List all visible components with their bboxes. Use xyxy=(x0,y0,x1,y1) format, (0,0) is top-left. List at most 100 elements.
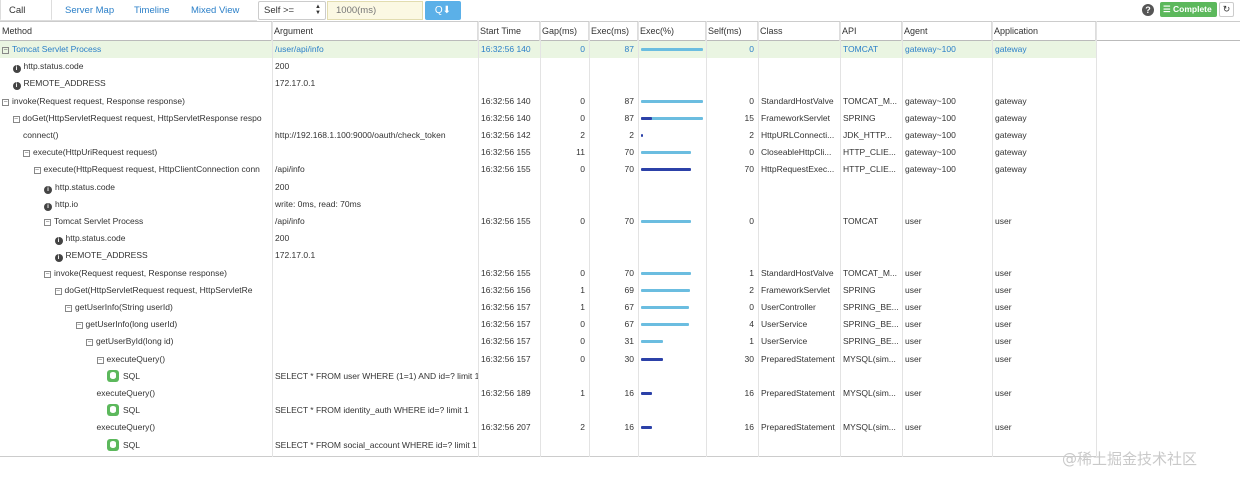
cell-exec xyxy=(589,247,638,264)
column-self[interactable]: Self(ms) xyxy=(706,22,758,41)
collapse-toggle-icon[interactable]: − xyxy=(75,322,83,330)
cell-class: CloseableHttpCli... xyxy=(761,147,832,158)
collapse-toggle-icon[interactable]: − xyxy=(44,270,51,278)
database-icon xyxy=(107,369,119,382)
table-row[interactable]: executeQuery() 16:32:56 207 2 16 16 PreparedS… xyxy=(0,419,1096,436)
table-row[interactable]: i http.io write: 0ms, read: 70ms xyxy=(0,196,1096,213)
table-row[interactable]: − execute(HttpUriRequest request) 16:32:56… xyxy=(0,144,1096,161)
cell-self xyxy=(706,196,758,213)
table-row[interactable]: i REMOTE_ADDRESS 172.17.0.1 xyxy=(0,247,1096,264)
method-label: SQL xyxy=(123,439,141,450)
column-start-time[interactable]: Start Time xyxy=(478,22,540,41)
table-row[interactable]: − invoke(Request request, Response respon… xyxy=(0,93,1096,110)
filter-select[interactable]: Self >= ▲ ▼ xyxy=(258,1,326,20)
collapse-toggle-icon[interactable]: − xyxy=(44,219,51,226)
collapse-toggle-icon[interactable]: − xyxy=(2,98,9,106)
cell-gap: 1 xyxy=(580,388,585,398)
cell-argument xyxy=(272,265,478,282)
column-exec-pct[interactable]: Exec(%) xyxy=(638,22,706,41)
cell-agent xyxy=(902,58,992,75)
table-row[interactable]: SQL SELECT * FROM user WHERE (1=1) AND id… xyxy=(0,368,1096,385)
table-row[interactable]: − Tomcat Servlet Process/user/api/info 16:… xyxy=(0,41,1096,58)
refresh-icon[interactable]: ↻ xyxy=(1219,2,1234,17)
cell-method: SQL xyxy=(0,368,272,385)
cell-exec xyxy=(589,196,638,213)
table-row[interactable]: SQL SELECT * FROM social_account WHERE id… xyxy=(0,437,1096,454)
cell-method: executeQuery() xyxy=(0,385,272,402)
column-exec[interactable]: Exec(ms) xyxy=(589,22,638,41)
collapse-toggle-icon[interactable]: − xyxy=(54,287,62,295)
cell-gap: 0 xyxy=(580,44,585,54)
collapse-toggle-icon[interactable]: − xyxy=(33,167,41,175)
table-row[interactable]: − executeQuery() 16:32:56 157 0 30 30 Prepared… xyxy=(0,351,1096,368)
table-row[interactable]: − execute(HttpRequest request, HttpClient… xyxy=(0,161,1096,178)
tab-server-map[interactable]: Server Map xyxy=(57,0,122,21)
table-row[interactable]: − doGet(HttpServletRequest request, HttpS… xyxy=(0,282,1096,299)
table-row[interactable]: − doGet(HttpServletRequest request, HttpS… xyxy=(0,110,1096,127)
cell-method: − invoke(Request request, Response respon… xyxy=(0,265,272,282)
cell-start: 16:32:56 155 xyxy=(481,147,531,158)
cell-class xyxy=(758,41,840,58)
exec-percent-bar xyxy=(641,323,689,327)
complete-button[interactable]: ☰ Complete xyxy=(1160,2,1217,17)
cell-api: TOMCAT_M... xyxy=(843,267,897,278)
cell-start: 16:32:56 140 xyxy=(481,112,531,123)
cell-method: i REMOTE_ADDRESS xyxy=(0,247,272,264)
cell-application: user xyxy=(995,284,1012,295)
method-label: executeQuery() xyxy=(96,422,156,433)
collapse-toggle-icon[interactable]: − xyxy=(86,339,93,347)
cell-argument xyxy=(272,385,478,402)
column-class[interactable]: Class xyxy=(758,22,840,41)
table-row[interactable]: connect() http://192.168.1.100:9000/oauth… xyxy=(0,127,1096,144)
cell-gap: 2 xyxy=(580,130,585,140)
cell-class: HttpURLConnecti... xyxy=(761,130,835,140)
select-arrows-icon: ▲ ▼ xyxy=(315,4,321,16)
table-row[interactable]: − getUserById(long id) 16:32:56 157 0 31 1 Use… xyxy=(0,333,1096,350)
collapse-toggle-icon[interactable]: − xyxy=(65,305,72,312)
method-label: executeQuery() xyxy=(96,388,156,398)
table-row[interactable]: i http.status.code 200 xyxy=(0,58,1096,75)
column-argument[interactable]: Argument xyxy=(272,22,478,41)
cell-application xyxy=(992,247,1096,264)
cell-agent: user xyxy=(905,422,922,433)
table-row[interactable]: i http.status.code 200 xyxy=(0,179,1096,196)
cell-application xyxy=(992,75,1096,92)
column-agent[interactable]: Agent xyxy=(902,22,992,41)
column-api[interactable]: API xyxy=(840,22,902,41)
cell-argument: SELECT * FROM social_account WHERE id=? … xyxy=(275,439,477,450)
table-row[interactable]: − getUserInfo(String userId) 16:32:56 157 1… xyxy=(0,299,1096,316)
table-row[interactable]: i http.status.code 200 xyxy=(0,230,1096,247)
cell-self: 2 xyxy=(749,130,754,140)
table-row[interactable]: executeQuery() 16:32:56 189 1 16 16 PreparedS… xyxy=(0,385,1096,402)
search-sort-button[interactable]: Q⬇ xyxy=(425,1,461,20)
threshold-input[interactable] xyxy=(327,1,423,20)
cell-self xyxy=(706,230,758,247)
collapse-toggle-icon[interactable]: − xyxy=(12,115,20,123)
tab-call-tree[interactable]: Call Tree xyxy=(0,0,52,37)
column-application[interactable]: Application xyxy=(992,22,1096,41)
table-row[interactable]: − Tomcat Servlet Process/api/info 16:32:56… xyxy=(0,213,1096,230)
cell-exec: 70 xyxy=(624,267,634,278)
tab-timeline[interactable]: Timeline xyxy=(126,0,178,21)
collapse-toggle-icon[interactable]: − xyxy=(96,356,104,364)
table-row[interactable]: − invoke(Request request, Response respon… xyxy=(0,265,1096,282)
question-circle-icon[interactable]: ? xyxy=(1142,4,1154,16)
cell-gap xyxy=(540,402,589,419)
collapse-toggle-icon[interactable]: − xyxy=(23,150,30,158)
cell-agent: gateway~100 xyxy=(905,130,956,140)
cell-class xyxy=(758,75,840,92)
cell-class xyxy=(758,179,840,196)
table-row[interactable]: − getUserInfo(long userId) 16:32:56 157 0 67… xyxy=(0,316,1096,333)
exec-percent-bar xyxy=(641,220,691,223)
table-row[interactable]: SQL SELECT * FROM identity_auth WHERE id=… xyxy=(0,402,1096,419)
collapse-toggle-icon[interactable]: − xyxy=(2,47,9,54)
cell-class: HttpRequestExec... xyxy=(761,164,835,175)
table-row[interactable]: i REMOTE_ADDRESS 172.17.0.1 xyxy=(0,75,1096,92)
column-gap[interactable]: Gap(ms) xyxy=(540,22,589,41)
cell-class: PreparedStatement xyxy=(761,353,835,364)
column-divider xyxy=(706,21,707,457)
column-method[interactable]: Method xyxy=(0,22,272,41)
exec-percent-bar xyxy=(641,48,703,51)
tab-mixed-view[interactable]: Mixed View xyxy=(183,0,247,21)
cell-self xyxy=(706,179,758,196)
